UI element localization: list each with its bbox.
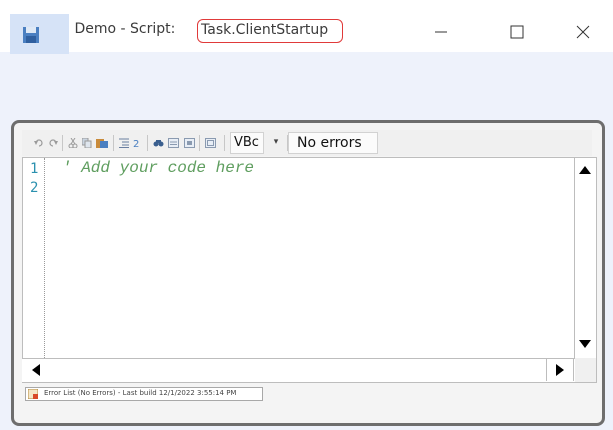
bookmark-icon[interactable] bbox=[168, 138, 179, 148]
language-select[interactable]: VBc bbox=[230, 132, 264, 154]
scroll-up-icon[interactable] bbox=[575, 160, 595, 180]
indent-icon[interactable] bbox=[119, 138, 129, 148]
outdent-icon[interactable]: 2 bbox=[133, 138, 143, 148]
redo-icon[interactable] bbox=[48, 138, 58, 148]
toolbar-separator bbox=[62, 135, 63, 151]
status-text: No errors bbox=[288, 132, 378, 154]
line-number: 1 bbox=[30, 161, 39, 177]
vertical-scrollbar[interactable] bbox=[574, 158, 596, 358]
scroll-left-icon[interactable] bbox=[26, 360, 46, 380]
minimize-icon[interactable] bbox=[418, 14, 464, 46]
floppy-disk-icon bbox=[23, 27, 39, 43]
script-name-highlight: Task.ClientStartup bbox=[197, 19, 343, 43]
toolbar-separator bbox=[113, 135, 114, 151]
close-icon[interactable] bbox=[560, 14, 606, 46]
toolbar-separator bbox=[224, 135, 225, 151]
code-line[interactable]: ' Add your code here bbox=[62, 159, 254, 177]
toolbar-separator bbox=[147, 135, 148, 151]
copy-icon[interactable] bbox=[82, 138, 92, 148]
error-list-icon bbox=[28, 389, 38, 399]
save-button[interactable] bbox=[10, 14, 69, 54]
scroll-down-icon[interactable] bbox=[575, 334, 595, 354]
find-icon[interactable] bbox=[153, 138, 164, 148]
horizontal-scrollbar[interactable] bbox=[22, 358, 575, 382]
options-icon[interactable] bbox=[205, 138, 216, 148]
error-list-label: Error List (No Errors) - Last build 12/1… bbox=[44, 389, 237, 397]
undo-icon[interactable] bbox=[34, 138, 44, 148]
code-editor[interactable] bbox=[22, 157, 597, 383]
paste-icon[interactable] bbox=[96, 138, 108, 148]
scroll-right-icon[interactable] bbox=[550, 360, 570, 380]
main-toolbar bbox=[0, 52, 613, 116]
scrollbar-corner bbox=[575, 358, 596, 382]
toolbar-separator bbox=[199, 135, 200, 151]
line-number: 2 bbox=[30, 180, 39, 196]
cut-icon[interactable] bbox=[68, 138, 78, 148]
gutter-divider bbox=[44, 158, 45, 358]
chevron-down-icon[interactable]: ▾ bbox=[266, 132, 286, 154]
svg-text:2: 2 bbox=[133, 139, 139, 148]
maximize-icon[interactable] bbox=[494, 14, 540, 46]
goto-icon[interactable] bbox=[184, 138, 195, 148]
